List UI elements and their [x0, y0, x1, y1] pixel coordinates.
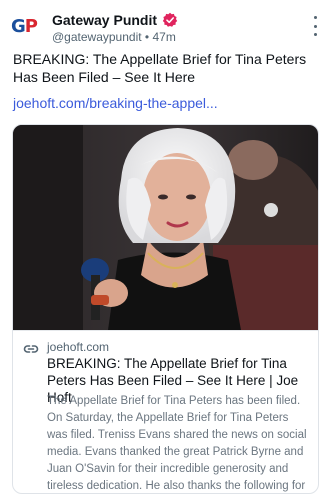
- post[interactable]: GP Gateway Pundit @gatewaypundit • 47m B…: [0, 0, 331, 500]
- separator-dot: •: [144, 30, 150, 44]
- more-dot: [313, 16, 317, 19]
- link-preview-card[interactable]: joehoft.com BREAKING: The Appellate Brie…: [12, 124, 319, 494]
- post-link[interactable]: joehoft.com/breaking-the-appel...: [13, 94, 218, 112]
- verified-badge-icon: [162, 12, 178, 27]
- more-vertical-icon[interactable]: [311, 16, 319, 36]
- card-info[interactable]: joehoft.com BREAKING: The Appellate Brie…: [13, 330, 318, 493]
- handle[interactable]: @gatewaypundit: [52, 30, 142, 44]
- name-row: Gateway Pundit: [52, 11, 178, 29]
- more-dot: [313, 24, 317, 28]
- card-domain: joehoft.com: [47, 340, 110, 354]
- link-icon: [23, 345, 39, 353]
- post-text: BREAKING: The Appellate Brief for Tina P…: [13, 51, 307, 85]
- logo-letter-p: P: [24, 16, 38, 37]
- more-dot: [313, 33, 317, 36]
- post-header: GP Gateway Pundit @gatewaypundit • 47m: [11, 6, 321, 46]
- display-name[interactable]: Gateway Pundit: [52, 12, 157, 28]
- card-image[interactable]: [13, 125, 319, 330]
- handle-row: @gatewaypundit • 47m: [52, 30, 176, 44]
- card-description: The Appellate Brief for Tina Peters has …: [47, 395, 307, 492]
- logo-letter-g: G: [11, 16, 26, 37]
- avatar[interactable]: GP: [11, 12, 41, 42]
- timestamp[interactable]: 47m: [152, 30, 175, 44]
